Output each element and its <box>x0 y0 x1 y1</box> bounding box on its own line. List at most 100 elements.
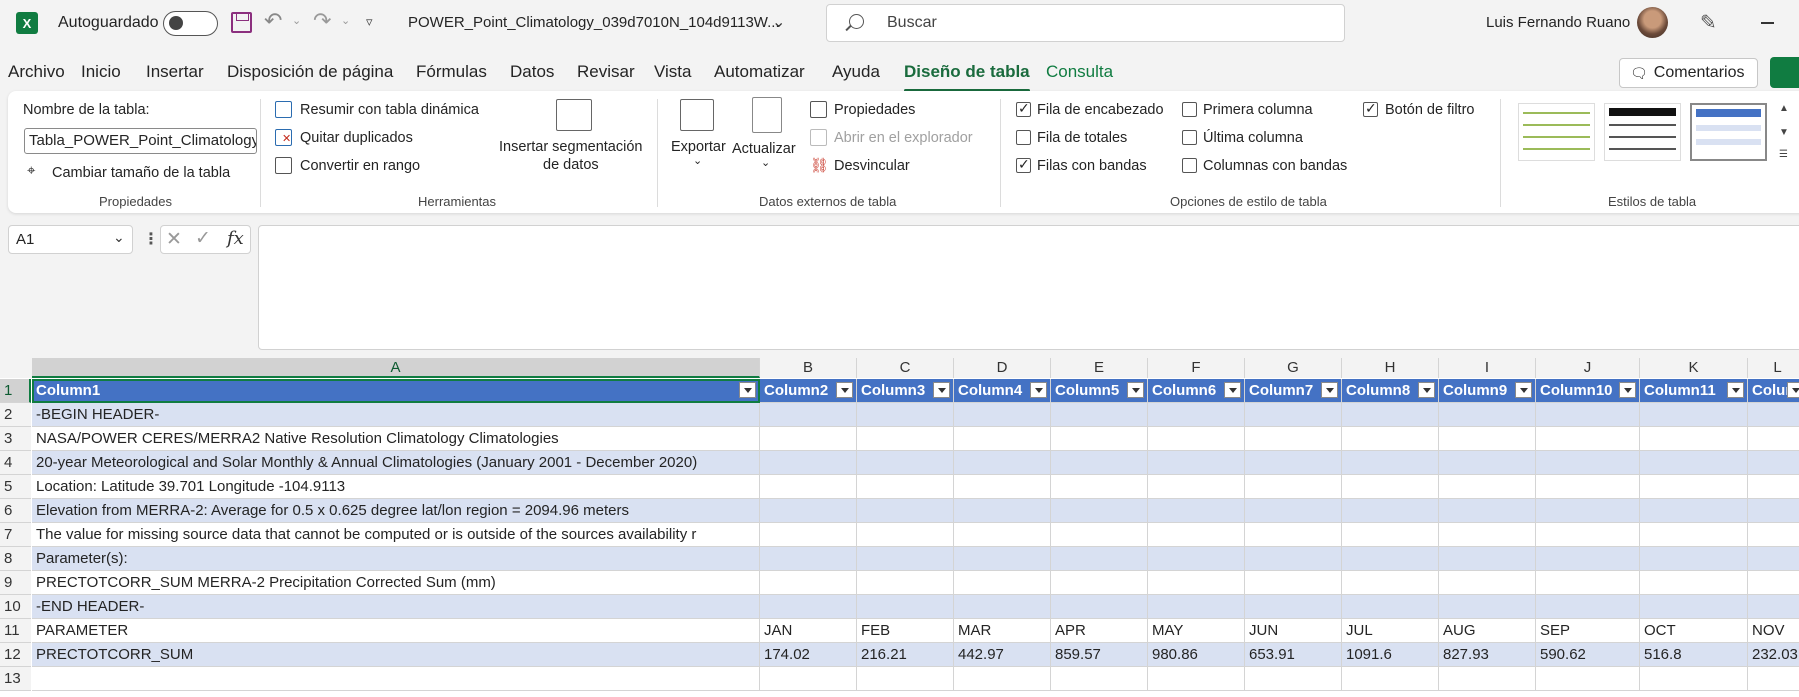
table-cell[interactable]: 1091.6 <box>1342 643 1439 667</box>
column-header-d[interactable]: D <box>954 358 1051 378</box>
tab-datos[interactable]: Datos <box>510 62 554 82</box>
open-in-browser-button[interactable]: Abrir en el explorador <box>834 130 973 146</box>
table-cell[interactable] <box>954 475 1051 499</box>
table-cell[interactable] <box>1536 571 1640 595</box>
table-cell[interactable] <box>857 427 954 451</box>
gallery-down-icon[interactable]: ▼ <box>1779 127 1789 138</box>
tab-archivo[interactable]: Archivo <box>8 62 65 82</box>
table-cell[interactable] <box>1748 403 1799 427</box>
table-cell[interactable] <box>857 571 954 595</box>
tab-diseno-de-tabla[interactable]: Diseño de tabla <box>904 62 1030 92</box>
table-header-cell[interactable]: Column10 <box>1536 379 1640 403</box>
filter-dropdown-icon[interactable] <box>836 382 853 398</box>
row-header[interactable]: 4 <box>0 451 31 475</box>
column-header-j[interactable]: J <box>1536 358 1640 378</box>
table-cell[interactable] <box>1748 451 1799 475</box>
table-cell[interactable] <box>954 403 1051 427</box>
header-row-checkbox[interactable] <box>1016 100 1031 117</box>
row-header[interactable]: 6 <box>0 499 31 523</box>
table-cell[interactable] <box>1640 427 1748 451</box>
redo-icon[interactable]: ↷ <box>313 8 331 34</box>
table-header-cell[interactable]: Column7 <box>1245 379 1342 403</box>
table-cell[interactable]: PRECTOTCORR_SUM MERRA-2 Precipitation Co… <box>32 571 760 595</box>
table-cell[interactable]: MAR <box>954 619 1051 643</box>
table-cell[interactable] <box>1245 403 1342 427</box>
table-cell[interactable] <box>857 499 954 523</box>
table-cell[interactable]: AUG <box>1439 619 1536 643</box>
column-header-b[interactable]: B <box>760 358 857 378</box>
table-cell[interactable] <box>1439 403 1536 427</box>
row-header[interactable]: 3 <box>0 427 31 451</box>
filter-dropdown-icon[interactable] <box>1787 382 1799 398</box>
table-cell[interactable] <box>1245 523 1342 547</box>
table-cell[interactable] <box>1640 571 1748 595</box>
column-header-c[interactable]: C <box>857 358 954 378</box>
table-cell[interactable] <box>1342 547 1439 571</box>
undo-dropdown-icon[interactable]: ⌄ <box>292 14 301 27</box>
filter-button-checkbox[interactable] <box>1363 100 1378 117</box>
table-cell[interactable] <box>954 427 1051 451</box>
table-cell[interactable] <box>1748 667 1799 691</box>
minimize-icon[interactable] <box>1761 22 1774 24</box>
table-cell[interactable] <box>1640 475 1748 499</box>
table-cell[interactable] <box>1640 523 1748 547</box>
table-cell[interactable]: Parameter(s): <box>32 547 760 571</box>
table-cell[interactable] <box>32 667 760 691</box>
row-header[interactable]: 10 <box>0 595 31 619</box>
table-cell[interactable] <box>1245 595 1342 619</box>
table-header-cell[interactable]: Column9 <box>1439 379 1536 403</box>
formula-input[interactable] <box>258 225 1799 350</box>
table-cell[interactable]: 590.62 <box>1536 643 1640 667</box>
row-header[interactable]: 1 <box>0 379 31 403</box>
table-cell[interactable] <box>1051 475 1148 499</box>
save-icon[interactable] <box>231 12 252 33</box>
table-header-cell[interactable]: Column2 <box>760 379 857 403</box>
table-cell[interactable] <box>1536 547 1640 571</box>
table-cell[interactable] <box>954 523 1051 547</box>
table-cell[interactable] <box>1148 451 1245 475</box>
undo-icon[interactable]: ↶ <box>264 8 282 34</box>
search-box[interactable]: Buscar <box>826 4 1345 42</box>
table-cell[interactable] <box>760 595 857 619</box>
table-cell[interactable] <box>857 523 954 547</box>
table-cell[interactable] <box>1640 547 1748 571</box>
table-cell[interactable] <box>1342 595 1439 619</box>
tab-insertar[interactable]: Insertar <box>146 62 204 82</box>
table-cell[interactable] <box>1640 451 1748 475</box>
table-cell[interactable] <box>1439 667 1536 691</box>
gallery-up-icon[interactable]: ▲ <box>1779 103 1789 114</box>
table-header-cell[interactable]: Column3 <box>857 379 954 403</box>
table-cell[interactable] <box>1439 523 1536 547</box>
table-cell[interactable]: Location: Latitude 39.701 Longitude -104… <box>32 475 760 499</box>
table-cell[interactable]: MAY <box>1148 619 1245 643</box>
table-header-cell[interactable]: Column6 <box>1148 379 1245 403</box>
table-cell[interactable] <box>1342 571 1439 595</box>
table-cell[interactable] <box>857 667 954 691</box>
table-cell[interactable]: JUN <box>1245 619 1342 643</box>
table-cell[interactable] <box>1748 571 1799 595</box>
table-header-cell[interactable]: Colum <box>1748 379 1799 403</box>
table-cell[interactable] <box>1640 667 1748 691</box>
table-cell[interactable] <box>1342 451 1439 475</box>
tab-automatizar[interactable]: Automatizar <box>714 62 805 82</box>
table-cell[interactable]: -BEGIN HEADER- <box>32 403 760 427</box>
pivot-summary-button[interactable]: Resumir con tabla dinámica <box>300 102 479 118</box>
share-button[interactable] <box>1770 57 1799 88</box>
table-cell[interactable] <box>1245 667 1342 691</box>
table-cell[interactable] <box>1748 475 1799 499</box>
column-header-i[interactable]: I <box>1439 358 1536 378</box>
filter-dropdown-icon[interactable] <box>933 382 950 398</box>
table-cell[interactable] <box>1148 547 1245 571</box>
table-cell[interactable] <box>760 403 857 427</box>
table-cell[interactable] <box>760 499 857 523</box>
table-cell[interactable] <box>1051 523 1148 547</box>
table-header-cell[interactable]: Column4 <box>954 379 1051 403</box>
table-style-green[interactable] <box>1518 103 1595 161</box>
column-header-k[interactable]: K <box>1640 358 1748 378</box>
table-cell[interactable] <box>1148 571 1245 595</box>
table-cell[interactable] <box>1342 499 1439 523</box>
table-cell[interactable]: PARAMETER <box>32 619 760 643</box>
filter-dropdown-icon[interactable] <box>1127 382 1144 398</box>
table-cell[interactable] <box>1536 595 1640 619</box>
table-cell[interactable] <box>954 595 1051 619</box>
